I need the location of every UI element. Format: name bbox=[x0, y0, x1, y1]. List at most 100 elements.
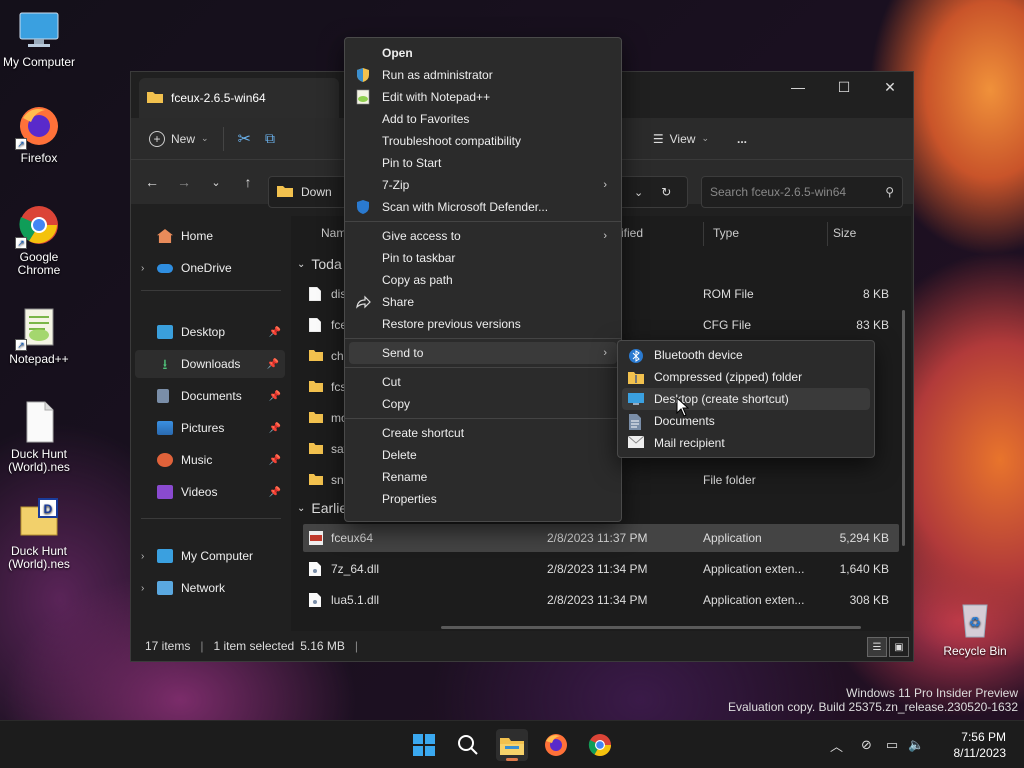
copy-button[interactable]: ⧉ bbox=[265, 130, 275, 147]
view-button[interactable]: ☰ View ⌄ bbox=[653, 132, 709, 146]
app-icon bbox=[309, 531, 323, 545]
pin-icon[interactable]: 📌 bbox=[269, 423, 281, 434]
chrome-icon[interactable] bbox=[584, 729, 616, 761]
refresh-icon[interactable]: ↻ bbox=[661, 185, 671, 199]
sidebar-item-documents[interactable]: Documents 📌 bbox=[131, 382, 287, 410]
cut-button[interactable]: ✂ bbox=[238, 129, 251, 149]
menu-item-edit-with-notepad[interactable]: Edit with Notepad++ bbox=[349, 86, 617, 108]
pin-icon[interactable]: 📌 bbox=[269, 391, 281, 402]
menu-item-copy[interactable]: Copy bbox=[349, 393, 617, 415]
table-row[interactable]: fceux64 2/8/2023 11:37 PM Application 5,294… bbox=[303, 524, 899, 552]
menu-item-add-to-favorites[interactable]: Add to Favorites bbox=[349, 108, 617, 130]
menu-item-troubleshoot-compatibility[interactable]: Troubleshoot compatibility bbox=[349, 130, 617, 152]
file-explorer-icon[interactable] bbox=[496, 729, 528, 761]
desktop-icon-chrome[interactable]: ↗ Google Chrome bbox=[0, 203, 78, 277]
folder-icon bbox=[309, 411, 323, 425]
tiles-view-button[interactable]: ▣ bbox=[889, 637, 909, 657]
column-header-name[interactable]: Nam bbox=[321, 226, 346, 240]
desktop-icon-recycle-bin[interactable]: ♻ Recycle Bin bbox=[936, 597, 1014, 658]
menu-item-open[interactable]: Open bbox=[349, 42, 617, 64]
clock[interactable]: 7:56 PM 8/11/2023 bbox=[954, 729, 1007, 761]
minimize-button[interactable]: — bbox=[775, 72, 821, 102]
sidebar-item-pictures[interactable]: Pictures 📌 bbox=[131, 414, 287, 442]
desktop-icon-duck-hunt-2[interactable]: D Duck Hunt (World).nes bbox=[0, 497, 78, 571]
group-header-earlier[interactable]: ⌄ Earlie bbox=[297, 500, 347, 516]
table-row[interactable]: lua5.1.dll 2/8/2023 11:34 PM Application e… bbox=[303, 586, 899, 614]
network-disconnected-icon[interactable]: ⊘ bbox=[861, 737, 872, 753]
menu-item-7-zip[interactable]: 7-Zip › bbox=[349, 174, 617, 196]
menu-item-copy-as-path[interactable]: Copy as path bbox=[349, 269, 617, 291]
sidebar-item-music[interactable]: Music 📌 bbox=[131, 446, 287, 474]
column-divider bbox=[703, 222, 704, 246]
send-to-item-desktop-create-shortcut[interactable]: Desktop (create shortcut) bbox=[622, 388, 870, 410]
volume-icon[interactable]: 🔈 bbox=[908, 737, 924, 753]
expand-chevron-icon[interactable]: › bbox=[141, 551, 157, 562]
up-arrow-icon[interactable]: ↑ bbox=[239, 174, 257, 190]
menu-item-scan-with-microsoft-defender[interactable]: Scan with Microsoft Defender... bbox=[349, 196, 617, 218]
send-to-item-mail-recipient[interactable]: Mail recipient bbox=[622, 432, 870, 454]
send-to-item-compressed-zipped-folder[interactable]: Compressed (zipped) folder bbox=[622, 366, 870, 388]
cell-date-modified: 2/8/2023 11:34 PM bbox=[547, 593, 648, 607]
sidebar-item-home[interactable]: Home bbox=[131, 222, 287, 250]
menu-item-run-as-administrator[interactable]: Run as administrator bbox=[349, 64, 617, 86]
maximize-button[interactable]: ☐ bbox=[821, 72, 867, 102]
desktop-icon-my-computer[interactable]: My Computer bbox=[0, 8, 78, 69]
forward-arrow-icon[interactable]: → bbox=[175, 174, 193, 190]
send-to-item-documents[interactable]: Documents bbox=[622, 410, 870, 432]
sidebar-item-desktop[interactable]: Desktop 📌 bbox=[131, 318, 287, 346]
details-view-button[interactable]: ☰ bbox=[867, 637, 887, 657]
column-header-size[interactable]: Size bbox=[833, 226, 856, 240]
menu-item-create-shortcut[interactable]: Create shortcut bbox=[349, 422, 617, 444]
defender-icon bbox=[355, 199, 371, 215]
windows-start-icon[interactable] bbox=[408, 729, 440, 761]
pin-icon[interactable]: 📌 bbox=[269, 327, 281, 338]
desktop-icon-label: Recycle Bin bbox=[943, 644, 1007, 658]
search-icon[interactable] bbox=[452, 729, 484, 761]
pin-icon[interactable]: 📌 bbox=[269, 455, 281, 466]
address-dropdown-icon[interactable]: ⌄ bbox=[634, 186, 643, 199]
search-box[interactable]: Search fceux-2.6.5-win64 ⚲ bbox=[701, 176, 903, 208]
menu-item-give-access-to[interactable]: Give access to › bbox=[349, 225, 617, 247]
menu-item-delete[interactable]: Delete bbox=[349, 444, 617, 466]
sidebar-item-my-computer[interactable]: › My Computer bbox=[131, 542, 287, 570]
desktop-icon-notepadpp[interactable]: ↗ Notepad++ bbox=[0, 305, 78, 366]
menu-item-pin-to-taskbar[interactable]: Pin to taskbar bbox=[349, 247, 617, 269]
back-arrow-icon[interactable]: ← bbox=[143, 174, 161, 190]
group-header-today[interactable]: ⌄ Toda bbox=[297, 256, 342, 272]
more-options-button[interactable]: ... bbox=[737, 132, 747, 146]
menu-item-properties[interactable]: Properties bbox=[349, 488, 617, 510]
file-icon bbox=[308, 317, 323, 333]
pin-icon[interactable]: 📌 bbox=[269, 487, 281, 498]
menu-item-share[interactable]: Share bbox=[349, 291, 617, 313]
recent-locations-chevron-icon[interactable]: ⌄ bbox=[207, 176, 225, 189]
send-to-item-label: Desktop (create shortcut) bbox=[654, 392, 789, 406]
new-button[interactable]: + New ⌄ bbox=[149, 130, 209, 147]
vertical-scrollbar[interactable] bbox=[902, 310, 905, 546]
sidebar-item-downloads[interactable]: ⭳ Downloads 📌 bbox=[135, 350, 285, 378]
pin-icon[interactable]: 📌 bbox=[267, 359, 279, 370]
expand-chevron-icon[interactable]: › bbox=[141, 263, 157, 274]
display-icon[interactable]: ▭ bbox=[886, 737, 898, 753]
menu-item-rename[interactable]: Rename bbox=[349, 466, 617, 488]
column-header-modified[interactable]: ified bbox=[621, 226, 643, 240]
table-row[interactable]: 7z_64.dll 2/8/2023 11:34 PM Application ex… bbox=[303, 555, 899, 583]
desktop-icon-firefox[interactable]: ↗ Firefox bbox=[0, 104, 78, 165]
column-header-type[interactable]: Type bbox=[713, 226, 739, 240]
horizontal-scrollbar[interactable] bbox=[441, 626, 861, 629]
explorer-tab[interactable]: fceux-2.6.5-win64 bbox=[139, 78, 339, 118]
sidebar-item-onedrive[interactable]: › OneDrive bbox=[131, 254, 287, 282]
send-to-item-bluetooth-device[interactable]: Bluetooth device bbox=[622, 344, 870, 366]
menu-item-send-to[interactable]: Send to › bbox=[349, 342, 617, 364]
sidebar-item-videos[interactable]: Videos 📌 bbox=[131, 478, 287, 506]
sidebar-item-network[interactable]: › Network bbox=[131, 574, 287, 602]
desktop-icon-duck-hunt-1[interactable]: Duck Hunt (World).nes bbox=[0, 400, 78, 474]
desktop-icon-label: Duck Hunt (World).nes bbox=[8, 447, 70, 474]
close-button[interactable]: ✕ bbox=[867, 72, 913, 102]
menu-item-label: Properties bbox=[382, 492, 437, 506]
show-hidden-icons-chevron-icon[interactable]: ︿ bbox=[830, 736, 843, 755]
firefox-icon[interactable] bbox=[540, 729, 572, 761]
menu-item-pin-to-start[interactable]: Pin to Start bbox=[349, 152, 617, 174]
menu-item-restore-previous-versions[interactable]: Restore previous versions bbox=[349, 313, 617, 335]
expand-chevron-icon[interactable]: › bbox=[141, 583, 157, 594]
menu-item-cut[interactable]: Cut bbox=[349, 371, 617, 393]
